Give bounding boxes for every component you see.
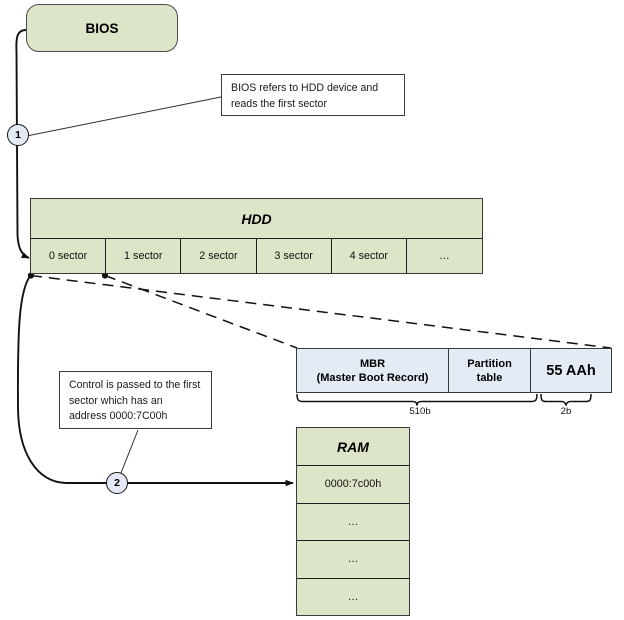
hdd-sector-cell-3[interactable]: 3 sector (257, 239, 332, 274)
hdd-title: HDD (31, 199, 482, 239)
hdd-sector-cell-2[interactable]: 2 sector (181, 239, 257, 274)
mbr-line-1: MBR (359, 357, 386, 370)
step-marker-1-label: 1 (15, 129, 21, 141)
ram-title-label: RAM (337, 438, 369, 455)
bios-label: BIOS (85, 20, 119, 36)
ram-row-label-1: … (347, 515, 359, 528)
partition-line-1: Partition (467, 357, 512, 370)
mbr-detail-table: MBR (Master Boot Record) Partition table… (296, 348, 612, 393)
leader-bios-note (28, 96, 222, 136)
mbr-line-2: (Master Boot Record) (316, 371, 429, 384)
hdd-sector-label-2: 2 sector (199, 250, 238, 263)
size-label-510b-text: 510b (409, 406, 431, 417)
diagram-canvas: BIOS BIOS refers to HDD device and reads… (0, 0, 624, 620)
dashed-line-bottom (104, 274, 298, 349)
brace-510b (296, 393, 538, 406)
hdd-sector-label-3: 3 sector (274, 250, 313, 263)
mbr-cell-text: MBR (Master Boot Record) (317, 357, 429, 385)
hdd-sector-label-1: 1 sector (124, 250, 163, 263)
step-marker-1[interactable]: 1 (7, 124, 29, 146)
bios-note-callout: BIOS refers to HDD device and reads the … (221, 74, 405, 116)
hdd-sector-label-more: … (439, 250, 450, 263)
partition-line-2: table (476, 371, 503, 384)
hdd-sector-row: 0 sector 1 sector 2 sector 3 sector 4 se… (31, 239, 482, 274)
ram-row[interactable]: 0000:7c00h (297, 466, 409, 504)
ram-row[interactable]: … (297, 504, 409, 541)
partition-table-text: Partition table (467, 357, 512, 385)
ram-row-label-3: … (347, 591, 359, 604)
ram-row-label-2: … (347, 553, 359, 566)
hdd-sector-label-4: 4 sector (349, 250, 388, 263)
size-label-2b: 2b (546, 406, 586, 417)
bios-note-text: BIOS refers to HDD device and reads the … (231, 82, 379, 110)
step-marker-2[interactable]: 2 (106, 472, 128, 494)
leader-control-note (120, 429, 139, 474)
size-label-510b: 510b (390, 406, 450, 417)
mbr-cell[interactable]: MBR (Master Boot Record) (297, 349, 449, 392)
hdd-sector-cell-0[interactable]: 0 sector (31, 239, 107, 274)
hdd-sector-cell-1[interactable]: 1 sector (106, 239, 182, 274)
hdd-sector-cell-more[interactable]: … (407, 239, 482, 274)
hdd-sector-cell-4[interactable]: 4 sector (332, 239, 407, 274)
control-note-text: Control is passed to the first sector wh… (69, 379, 201, 423)
ram-row[interactable]: … (297, 579, 409, 617)
hdd-sector-label-0: 0 sector (48, 250, 88, 263)
boot-signature-cell[interactable]: 55 AAh (531, 349, 611, 392)
ram-row[interactable]: … (297, 541, 409, 579)
hdd-table: HDD 0 sector 1 sector 2 sector 3 sector … (30, 198, 483, 274)
control-note-callout: Control is passed to the first sector wh… (59, 371, 212, 429)
step-marker-2-label: 2 (114, 477, 120, 489)
ram-title: RAM (297, 428, 409, 466)
ram-table: RAM 0000:7c00h … … … (296, 427, 410, 616)
hdd-title-label: HDD (241, 210, 272, 227)
boot-signature-label: 55 AAh (546, 362, 596, 379)
partition-table-cell[interactable]: Partition table (449, 349, 531, 392)
bios-box[interactable]: BIOS (26, 4, 178, 52)
dashed-line-top (30, 274, 612, 349)
size-label-2b-text: 2b (560, 406, 572, 417)
ram-row-label-0: 0000:7c00h (324, 478, 382, 491)
brace-2b (540, 393, 592, 406)
